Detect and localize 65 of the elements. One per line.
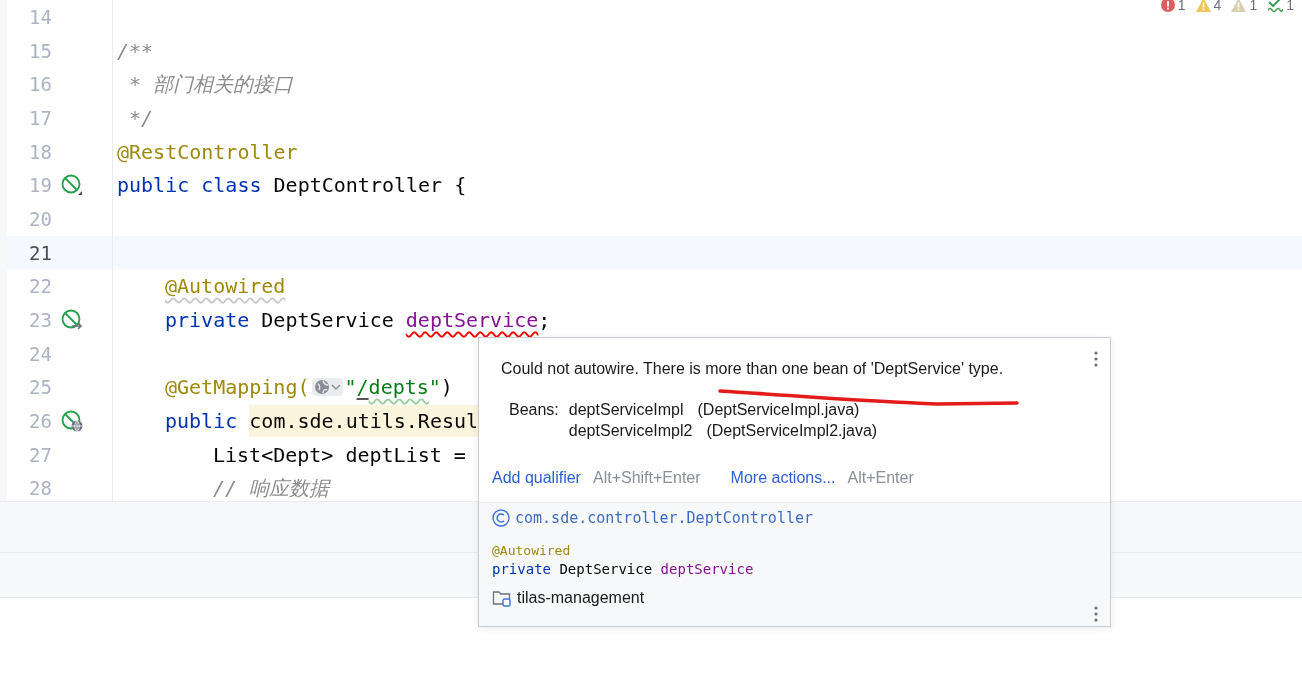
inspection-count[interactable]: 4	[1213, 0, 1222, 13]
code-text: List<Dept> deptList =	[213, 442, 466, 467]
code-annotation: @Autowired	[492, 543, 572, 558]
inspection-count[interactable]: 1	[1249, 0, 1258, 13]
line-number: 27	[28, 443, 52, 466]
bean-file: (DeptServiceImpl2.java)	[706, 422, 878, 439]
line-number: 16	[28, 73, 52, 96]
line-number: 15	[28, 39, 52, 62]
line-number: 28	[28, 477, 52, 500]
class-icon	[492, 509, 510, 527]
code-text: DeptService	[261, 308, 395, 333]
module-folder-icon	[492, 589, 512, 607]
code-text: )	[440, 375, 453, 400]
bean-name: deptServiceImpl2	[568, 422, 693, 439]
line-number: 21	[28, 241, 52, 264]
code-string: /	[356, 375, 369, 400]
code-annotation: @RestController	[117, 139, 298, 164]
shortcut-text: Alt+Shift+Enter	[592, 469, 701, 487]
doc-comment: /**	[117, 38, 154, 63]
error-icon[interactable]	[1160, 0, 1175, 12]
code-text: DeptController {	[273, 173, 467, 198]
inspection-count[interactable]: 1	[1286, 0, 1294, 13]
module-name: tilas-management	[517, 589, 645, 607]
code-keyword: public	[165, 409, 239, 434]
code-keyword: public class	[117, 173, 263, 198]
code-string: depts	[368, 375, 429, 400]
line-number: 14	[28, 5, 52, 28]
code-keyword: private	[492, 561, 552, 577]
line-number: 19	[28, 174, 52, 197]
line-number: 26	[28, 410, 52, 433]
doc-comment: * 部门相关的接口	[128, 70, 294, 98]
line-number: 20	[28, 207, 52, 230]
bean-name: deptServiceImpl	[568, 401, 684, 418]
code-keyword: private	[165, 308, 251, 333]
doc-comment: */	[128, 105, 154, 130]
action-link[interactable]: More actions...	[730, 469, 836, 487]
line-number: 23	[28, 309, 52, 332]
code-annotation: @Autowired	[165, 274, 286, 299]
more-options-icon[interactable]	[1094, 606, 1098, 622]
line-number: 18	[28, 140, 52, 163]
more-options-icon[interactable]	[1094, 351, 1098, 367]
bean-file: (DeptServiceImpl.java)	[697, 401, 860, 418]
error-message: Could not autowire. There is more than one bean of 'DeptService' type.	[501, 360, 1005, 378]
code-type: DeptService	[559, 561, 654, 577]
line-number: 24	[28, 342, 52, 365]
inspection-count[interactable]: 1	[1177, 0, 1186, 13]
line-number: 25	[28, 376, 52, 399]
code-annotation: @GetMapping(	[165, 375, 310, 400]
globe-dropdown-icon[interactable]	[311, 378, 343, 397]
circle-slash-icon[interactable]	[61, 174, 83, 197]
code-field: deptService	[660, 561, 754, 577]
code-string: "	[428, 375, 441, 400]
code-string: "	[344, 375, 357, 400]
circle-slash-globe-icon[interactable]	[61, 410, 83, 433]
line-number: 17	[28, 106, 52, 129]
shortcut-text: Alt+Enter	[847, 469, 914, 487]
line-number: 22	[28, 275, 52, 298]
action-link[interactable]: Add qualifier	[492, 469, 581, 487]
code-text: com.sde.utils.Resul	[249, 405, 479, 438]
code-field: deptService	[405, 308, 539, 333]
beans-label: Beans:	[509, 400, 559, 420]
code-text: ;	[538, 308, 551, 333]
code-comment: // 响应数据	[213, 474, 330, 501]
check-squiggle-icon[interactable]	[1267, 0, 1284, 12]
class-link[interactable]: com.sde.controller.DeptController	[515, 509, 813, 527]
